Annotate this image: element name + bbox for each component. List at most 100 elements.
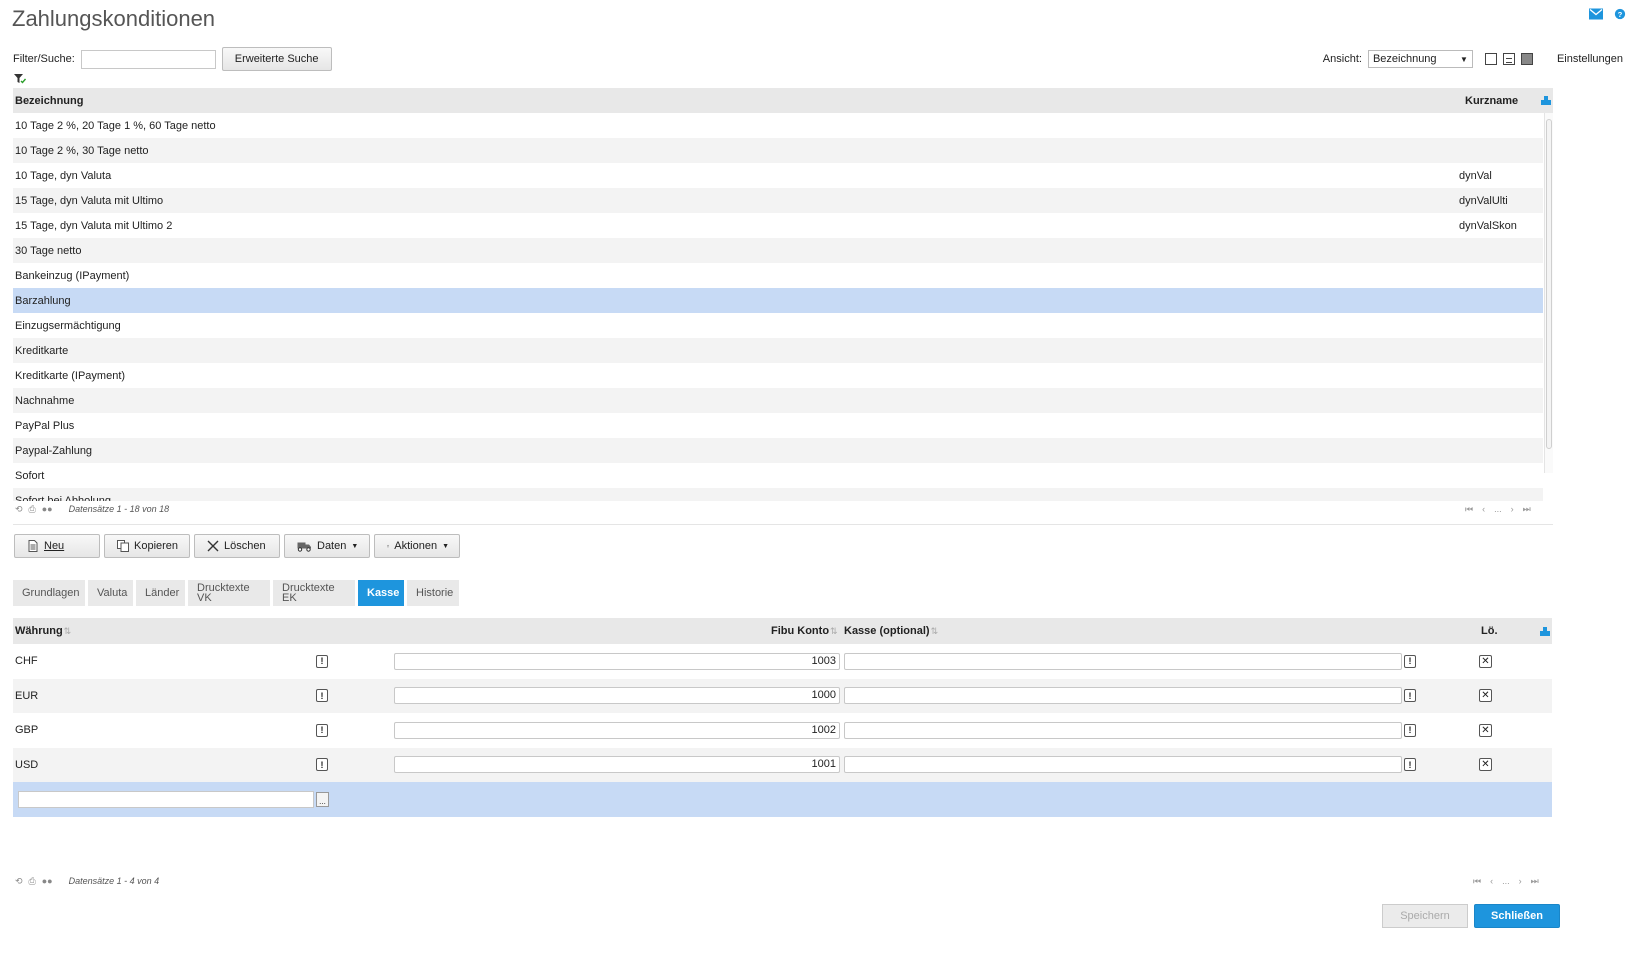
actions-menu-button[interactable]: Aktionen ▼ [374, 534, 460, 558]
view-single-icon[interactable] [1484, 53, 1497, 65]
table-row[interactable]: Nachnahme [13, 388, 1543, 413]
view-split-icon[interactable] [1502, 53, 1515, 65]
view-select[interactable]: Bezeichnung ▼ [1367, 50, 1473, 68]
fibu-konto-input[interactable]: 1002 [394, 721, 840, 739]
kasse-input[interactable] [844, 687, 1402, 705]
info-icon[interactable]: ! [316, 723, 328, 737]
dropdown-arrow-icon: ▼ [1460, 54, 1468, 64]
table-row[interactable]: 15 Tage, dyn Valuta mit Ultimo 2 dynValSk… [13, 213, 1543, 238]
refresh-icon[interactable]: ⟲ [15, 504, 23, 515]
cell-bezeichnung: 10 Tage, dyn Valuta [15, 169, 112, 182]
table-row[interactable]: Bankeinzug (IPayment) [13, 263, 1543, 288]
table-row[interactable]: PayPal Plus [13, 413, 1543, 438]
close-button[interactable]: Schließen [1474, 904, 1560, 928]
divider [13, 524, 1553, 525]
tab-7[interactable]: Historie [407, 580, 459, 606]
info-icon[interactable]: ! [316, 689, 328, 703]
cell-bezeichnung: Einzugsermächtigung [15, 319, 121, 332]
fibu-konto-input[interactable]: 1000 [394, 687, 840, 705]
column-header-kasse[interactable]: Kasse (optional)⇅ [844, 625, 938, 637]
help-icon[interactable]: ? [1613, 8, 1627, 20]
prev-page-icon[interactable]: ‹ [1482, 504, 1485, 515]
table-row[interactable]: 10 Tage 2 %, 30 Tage netto [13, 138, 1543, 163]
first-page-icon[interactable]: ⏮ [1473, 876, 1481, 887]
delete-row-icon[interactable]: ✕ [1479, 758, 1492, 772]
detail-tabs: Grundlagen Valuta Länder Drucktexte VK Druck… [13, 580, 459, 606]
column-header-fibu-konto[interactable]: Fibu Konto⇅ [771, 625, 838, 637]
delete-button-label: Löschen [224, 540, 266, 552]
info-icon[interactable]: ! [1404, 689, 1416, 703]
table-row[interactable]: 15 Tage, dyn Valuta mit Ultimo dynValUlti [13, 188, 1543, 213]
table-row[interactable]: 10 Tage 2 %, 20 Tage 1 %, 60 Tage netto [13, 113, 1543, 138]
column-header-kurzname[interactable]: Kurzname [1465, 95, 1553, 107]
export-icon[interactable]: ●● [42, 876, 53, 886]
extended-search-button[interactable]: Erweiterte Suche [221, 47, 332, 71]
next-page-icon[interactable]: › [1519, 876, 1522, 887]
cell-waehrung: GBP [15, 724, 39, 737]
tab-4[interactable]: Drucktexte VK [188, 580, 270, 606]
info-icon[interactable]: ! [1404, 758, 1416, 772]
column-header-bezeichnung[interactable]: Bezeichnung [13, 95, 1465, 107]
export-icon[interactable]: ●● [42, 504, 53, 514]
table-row[interactable]: Sofort [13, 463, 1543, 488]
view-full-icon[interactable] [1520, 53, 1533, 65]
mail-icon[interactable] [1589, 8, 1603, 20]
table-row[interactable]: Paypal-Zahlung [13, 438, 1543, 463]
clipboard-icon [387, 544, 390, 548]
kasse-input[interactable] [844, 756, 1402, 774]
copy-button[interactable]: Kopieren [104, 534, 190, 558]
refresh-icon[interactable]: ⟲ [15, 876, 23, 887]
kasse-grid-header: Währung⇅ Fibu Konto⇅ Kasse (optional)⇅ L… [13, 618, 1552, 644]
table-row[interactable]: 10 Tage, dyn Valuta dynVal [13, 163, 1543, 188]
table-row[interactable]: Sofort bei Abholung [13, 488, 1543, 501]
print-icon[interactable]: ⎙ [29, 504, 36, 515]
last-page-icon[interactable]: ⏭ [1523, 504, 1531, 515]
vertical-scrollbar[interactable] [1544, 113, 1553, 473]
fibu-konto-input[interactable]: 1003 [394, 652, 840, 670]
info-icon[interactable]: ! [316, 758, 328, 772]
filter-search-input[interactable] [80, 49, 216, 69]
lookup-button[interactable]: ... [316, 791, 329, 807]
tab-2[interactable]: Valuta [88, 580, 133, 606]
table-row[interactable]: Einzugsermächtigung [13, 313, 1543, 338]
cell-kurzname: dynValSkon [1459, 219, 1517, 232]
column-settings-icon[interactable] [1541, 96, 1551, 105]
fibu-konto-input[interactable]: 1001 [394, 756, 840, 774]
data-menu-button[interactable]: Daten ▼ [284, 534, 370, 558]
kasse-input[interactable] [844, 721, 1402, 739]
tab-5[interactable]: Drucktexte EK [273, 580, 355, 606]
print-icon[interactable]: ⎙ [29, 876, 36, 887]
scrollbar-thumb[interactable] [1546, 119, 1552, 449]
sort-icon: ⇅ [930, 626, 939, 636]
filter-icon[interactable] [14, 74, 26, 84]
new-button[interactable]: Neu [14, 534, 100, 558]
dropdown-caret-icon: ▼ [351, 542, 359, 550]
table-row[interactable]: Kreditkarte (IPayment) [13, 363, 1543, 388]
table-row[interactable]: Barzahlung [13, 288, 1543, 313]
kasse-input[interactable] [844, 652, 1402, 670]
first-page-icon[interactable]: ⏮ [1465, 504, 1473, 515]
tab-3[interactable]: Länder [136, 580, 185, 606]
next-page-icon[interactable]: › [1511, 504, 1514, 515]
new-currency-input[interactable] [18, 790, 314, 808]
last-page-icon[interactable]: ⏭ [1531, 876, 1539, 887]
column-header-loeschen[interactable]: Lö. [1481, 625, 1498, 637]
delete-button[interactable]: Löschen [194, 534, 280, 558]
tab-6[interactable]: Kasse [358, 580, 404, 606]
tab-1[interactable]: Grundlagen [13, 580, 85, 606]
column-header-waehrung[interactable]: Währung⇅ [15, 625, 71, 637]
table-row[interactable]: Kreditkarte [13, 338, 1543, 363]
info-icon[interactable]: ! [1404, 723, 1416, 737]
dropdown-caret-icon: ▼ [442, 542, 449, 550]
save-button[interactable]: Speichern [1382, 904, 1468, 928]
delete-row-icon[interactable]: ✕ [1479, 689, 1492, 703]
delete-row-icon[interactable]: ✕ [1479, 723, 1492, 737]
info-icon[interactable]: ! [316, 654, 328, 668]
info-icon[interactable]: ! [1404, 654, 1416, 668]
prev-page-icon[interactable]: ‹ [1490, 876, 1493, 887]
table-row[interactable]: 30 Tage netto [13, 238, 1543, 263]
actions-menu-label: Aktionen [394, 540, 438, 552]
column-settings-icon[interactable] [1540, 627, 1550, 636]
delete-row-icon[interactable]: ✕ [1479, 654, 1492, 668]
settings-link[interactable]: Einstellungen [1557, 53, 1623, 65]
